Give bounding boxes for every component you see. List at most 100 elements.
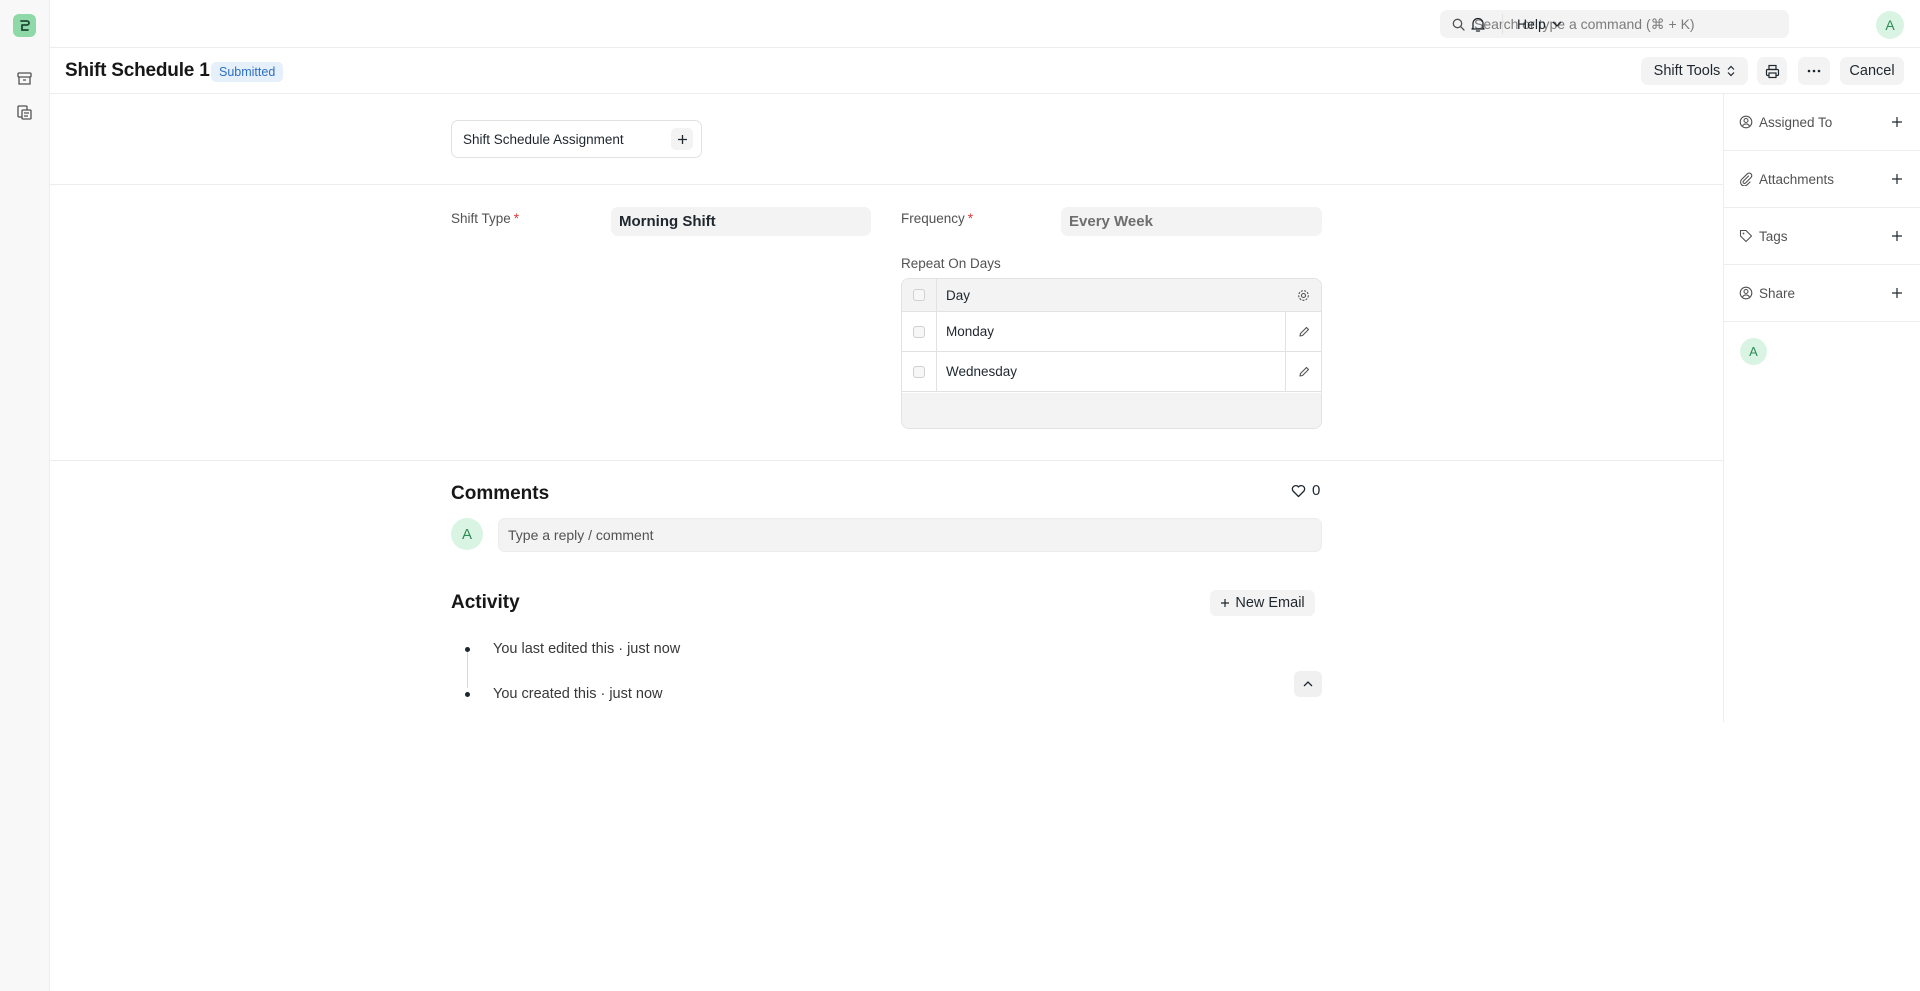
share-label: Share [1759,285,1796,301]
chevron-down-icon [1552,21,1562,27]
connection-card[interactable]: Shift Schedule Assignment [451,120,702,158]
table-header: Day [902,279,1321,312]
pencil-icon [1298,326,1309,337]
row-checkbox[interactable] [913,365,925,378]
left-rail [0,0,50,991]
plus-icon [677,134,687,144]
shift-tools-button[interactable]: Shift Tools [1641,57,1748,85]
required-mark: * [967,211,974,226]
add-assignee-button[interactable] [1888,113,1906,131]
timeline-line [467,650,468,688]
sidebar-item-label: Assigned To [1739,94,1832,150]
shift-type-field[interactable]: Morning Shift [611,207,871,236]
edit-row-button[interactable] [1285,352,1321,391]
shift-type-label-text: Shift Type [451,211,511,226]
plus-icon [1892,117,1902,127]
top-navbar: Help A [50,0,1920,48]
assigned-to-label: Assigned To [1759,114,1833,130]
section-divider [50,184,1724,185]
activity-item: You created this · just now [493,686,663,702]
documents-icon[interactable] [14,102,34,122]
pencil-icon [1298,366,1309,377]
more-actions-button[interactable] [1798,57,1830,85]
section-divider [50,460,1724,461]
column-settings-button[interactable] [1285,279,1321,311]
user-avatar[interactable]: A [1876,11,1904,39]
header-checkbox-cell [902,279,937,311]
shift-type-label: Shift Type * [451,211,519,226]
frequency-label-text: Frequency [901,211,965,226]
row-checkbox[interactable] [913,325,925,338]
comment-input[interactable] [508,527,1288,543]
navbar-divider [1502,14,1503,34]
plus-icon [1221,599,1230,607]
like-count: 0 [1312,482,1321,499]
like-button[interactable]: 0 [1291,482,1320,499]
activity-title: Activity [451,592,520,613]
sidebar-item-assigned-to[interactable]: Assigned To [1724,94,1920,151]
printer-icon [1765,64,1780,79]
print-button[interactable] [1757,57,1787,85]
shift-tools-label: Shift Tools [1653,63,1721,79]
chevron-up-icon [1303,681,1313,687]
heart-icon [1291,484,1306,497]
day-cell[interactable]: Wednesday [946,352,1017,391]
paperclip-icon [1740,172,1753,186]
timeline-dot [465,692,470,697]
page-header: Shift Schedule 1 Submitted Shift Tools C… [50,48,1920,94]
repeat-on-days-label: Repeat On Days [901,256,1001,271]
required-mark: * [513,211,520,226]
repeat-days-table: Day Monday Wednesday [901,278,1322,429]
frequency-field[interactable]: Every Week [1061,207,1322,236]
row-checkbox-cell [902,312,937,351]
cancel-button[interactable]: Cancel [1840,57,1904,85]
collapse-activity-button[interactable] [1294,671,1322,697]
viewer-avatar[interactable]: A [1740,338,1767,365]
comment-box[interactable] [498,518,1322,552]
tags-label: Tags [1759,228,1788,244]
day-column-header: Day [946,287,971,303]
search-icon [1452,18,1465,31]
sidebar-item-label: Attachments [1739,151,1834,207]
plus-icon [1892,174,1902,184]
plus-icon [1892,288,1902,298]
sidebar-item-label: Tags [1739,208,1788,264]
select-all-checkbox[interactable] [913,289,925,301]
help-dropdown[interactable]: Help [1517,14,1562,34]
sidebar-item-attachments[interactable]: Attachments [1724,151,1920,208]
page-title: Shift Schedule 1 [65,60,210,81]
table-footer [902,393,1321,428]
connection-label: Shift Schedule Assignment [463,131,624,147]
plus-icon [1892,231,1902,241]
table-row[interactable]: Monday [902,312,1321,352]
tag-icon [1739,229,1753,243]
edit-row-button[interactable] [1285,312,1321,351]
help-label: Help [1517,16,1546,32]
archive-icon[interactable] [14,68,34,88]
add-tag-button[interactable] [1888,227,1906,245]
assign-icon [1739,115,1753,129]
timeline-dot [465,647,470,652]
ellipsis-icon [1807,69,1821,73]
table-row[interactable]: Wednesday [902,352,1321,392]
status-badge: Submitted [211,62,284,82]
comment-avatar: A [451,518,483,550]
chevron-updown-icon [1727,65,1735,77]
notification-bell-icon[interactable] [1468,14,1488,34]
add-connection-button[interactable] [671,128,693,150]
search-bar[interactable] [1440,10,1789,38]
frequency-label: Frequency * [901,211,973,226]
new-email-button[interactable]: New Email [1210,590,1315,616]
add-share-button[interactable] [1888,284,1906,302]
add-attachment-button[interactable] [1888,170,1906,188]
sidebar-item-share[interactable]: Share [1724,265,1920,322]
sidebar-item-tags[interactable]: Tags [1724,208,1920,265]
activity-item: You last edited this · just now [493,641,681,657]
attachments-label: Attachments [1759,171,1835,187]
comments-title: Comments [451,483,550,504]
new-email-label: New Email [1235,595,1305,611]
app-logo-icon[interactable] [13,14,36,37]
sidebar-item-label: Share [1739,265,1795,321]
gear-icon [1297,289,1309,301]
day-cell[interactable]: Monday [946,312,994,351]
